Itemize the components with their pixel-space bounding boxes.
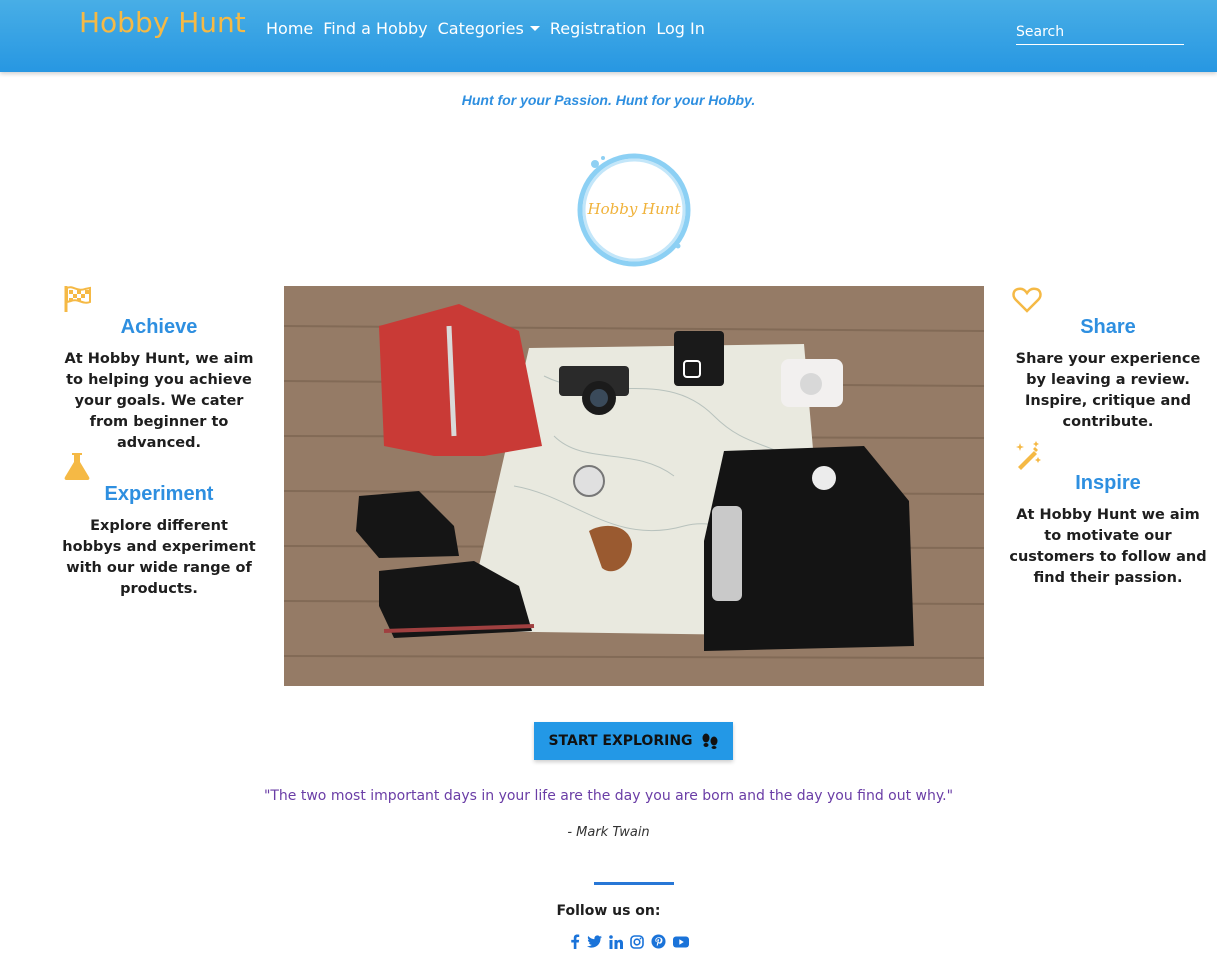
- checkered-flag-icon: [64, 286, 91, 312]
- nav-links: Home Find a Hobby Categories Registratio…: [266, 19, 715, 38]
- search-input[interactable]: [1016, 20, 1184, 45]
- nav-home-link[interactable]: Home: [266, 19, 313, 38]
- youtube-icon[interactable]: [673, 936, 689, 948]
- feature-title: Experiment: [104, 483, 214, 505]
- hero-image: [284, 286, 984, 686]
- follow-us-label: Follow us on:: [556, 903, 661, 919]
- heart-icon: [1012, 287, 1042, 313]
- feature-experiment: Experiment Explore different hobbys and …: [59, 451, 259, 600]
- quote-author: - Mark Twain: [567, 825, 650, 840]
- linkedin-icon[interactable]: [609, 934, 623, 949]
- feature-text: At Hobby Hunt we aim to motivate our cus…: [1009, 507, 1207, 586]
- footprints-icon: [702, 733, 718, 749]
- categories-label: Categories: [437, 19, 524, 38]
- feature-achieve: Achieve At Hobby Hunt, we aim to helping…: [59, 284, 259, 454]
- feature-title: Inspire: [1075, 472, 1141, 494]
- svg-text:Hobby Hunt: Hobby Hunt: [587, 200, 682, 218]
- start-exploring-button[interactable]: START EXPLORING: [534, 722, 733, 760]
- feature-text: Share your experience by leaving a revie…: [1015, 351, 1201, 430]
- magic-wand-icon: [1016, 441, 1041, 470]
- feature-text: Explore different hobbys and experiment …: [62, 518, 256, 597]
- feature-title: Share: [1080, 316, 1136, 338]
- feature-text: At Hobby Hunt, we aim to helping you ach…: [64, 351, 254, 451]
- tagline: Hunt for your Passion. Hunt for your Hob…: [461, 92, 756, 108]
- start-exploring-label: START EXPLORING: [548, 733, 693, 749]
- feature-inspire: Inspire At Hobby Hunt we aim to motivate…: [1008, 440, 1208, 589]
- footer-divider: [594, 882, 674, 885]
- instagram-icon[interactable]: [630, 934, 644, 949]
- brand-logo[interactable]: Hobby Hunt: [79, 6, 246, 39]
- feature-title: Achieve: [120, 316, 198, 338]
- nav-login-link[interactable]: Log In: [656, 19, 705, 38]
- nav-registration-link[interactable]: Registration: [550, 19, 646, 38]
- flask-icon: [64, 453, 90, 480]
- twitter-icon[interactable]: [587, 935, 602, 948]
- nav-categories-dropdown[interactable]: Categories: [438, 19, 540, 38]
- facebook-icon[interactable]: [570, 934, 580, 949]
- social-icons: [570, 934, 689, 949]
- quote-text: "The two most important days in your lif…: [263, 788, 954, 804]
- navbar: Hobby Hunt Home Find a Hobby Categories …: [0, 0, 1217, 72]
- nav-find-hobby-link[interactable]: Find a Hobby: [323, 19, 427, 38]
- hobby-hunt-logo: Hobby Hunt: [577, 153, 691, 267]
- chevron-down-icon: [529, 26, 540, 31]
- feature-share: Share Share your experience by leaving a…: [1008, 284, 1208, 433]
- pinterest-icon[interactable]: [651, 934, 666, 949]
